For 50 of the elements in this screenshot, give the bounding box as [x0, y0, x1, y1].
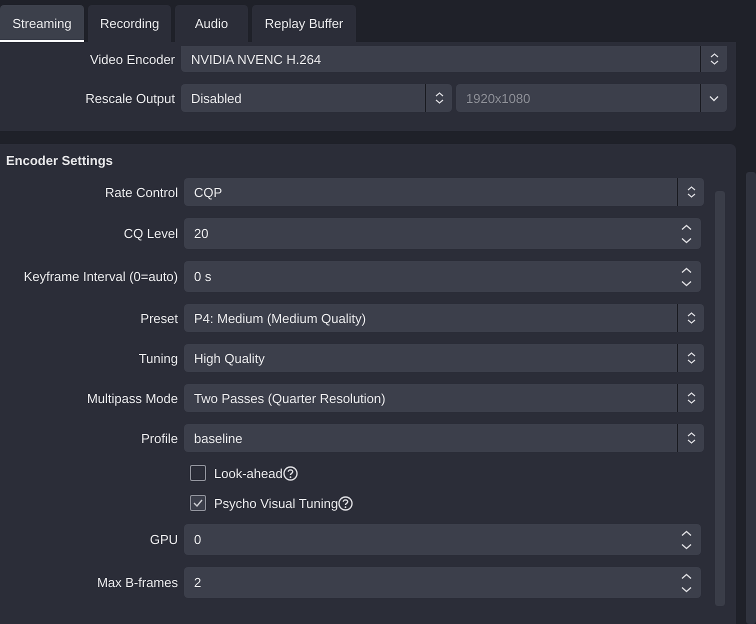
dropdown[interactable]: baseline [184, 424, 704, 452]
dropdown[interactable]: NVIDIA NVENC H.264 [181, 46, 727, 72]
chevron-down-icon [680, 236, 692, 244]
tab[interactable]: Audio [175, 5, 248, 42]
dropdown[interactable]: Disabled [181, 84, 452, 112]
number-field[interactable]: 20 [184, 218, 701, 249]
chevron-down-icon [680, 280, 692, 286]
number-field[interactable]: 0 s [184, 261, 701, 292]
field-label: Profile [140, 430, 179, 446]
field-label: GPU [148, 532, 179, 547]
field-label: Rescale Output [84, 90, 176, 106]
number-field[interactable]: 2 [184, 567, 701, 598]
help-icon[interactable] [338, 496, 354, 510]
field-label: Multipass Mode [86, 390, 179, 406]
updown-arrows-icon [686, 391, 696, 405]
field-label: Tuning [138, 350, 179, 366]
tab[interactable]: Recording [88, 5, 171, 42]
tab[interactable]: Replay Buffer [252, 5, 356, 42]
checkbox-label: Psycho Visual Tuning [214, 496, 338, 510]
dropdown[interactable]: CQP [184, 178, 704, 206]
updown-arrows-icon [686, 311, 696, 325]
updown-arrows-icon [686, 185, 696, 199]
chevron-down-icon [680, 542, 692, 550]
field-label: CQ Level [122, 226, 179, 241]
chevron-up-icon [680, 224, 692, 230]
number-field[interactable]: 0 [184, 524, 701, 555]
checkbox-label: Look-ahead [214, 466, 283, 480]
checkmark-icon [193, 499, 203, 507]
chevron-up-icon [680, 572, 692, 580]
updown-arrows-icon [686, 431, 696, 445]
updown-arrows-icon [434, 91, 444, 105]
checkbox[interactable] [190, 495, 206, 511]
chevron-down-icon [680, 586, 692, 592]
field-label: Video Encoder [88, 52, 176, 66]
section-title: Encoder Settings [5, 152, 114, 170]
field-label: Max B-frames [96, 575, 179, 590]
dropdown[interactable]: High Quality [184, 344, 704, 372]
updown-arrows-icon [686, 351, 696, 365]
updown-arrows-icon [710, 52, 718, 66]
help-icon[interactable] [282, 466, 298, 480]
field-label: Rate Control [104, 184, 179, 200]
tab[interactable]: Streaming [0, 5, 84, 42]
chevron-up-icon [680, 530, 692, 536]
checkbox[interactable] [190, 465, 206, 481]
dropdown[interactable]: Two Passes (Quarter Resolution) [184, 384, 704, 412]
field-label: Keyframe Interval (0=auto) [22, 269, 179, 284]
dropdown[interactable]: P4: Medium (Medium Quality) [184, 304, 704, 332]
chevron-up-icon [680, 266, 692, 274]
field-label: Preset [139, 310, 179, 326]
chevron-down-icon [709, 94, 719, 102]
